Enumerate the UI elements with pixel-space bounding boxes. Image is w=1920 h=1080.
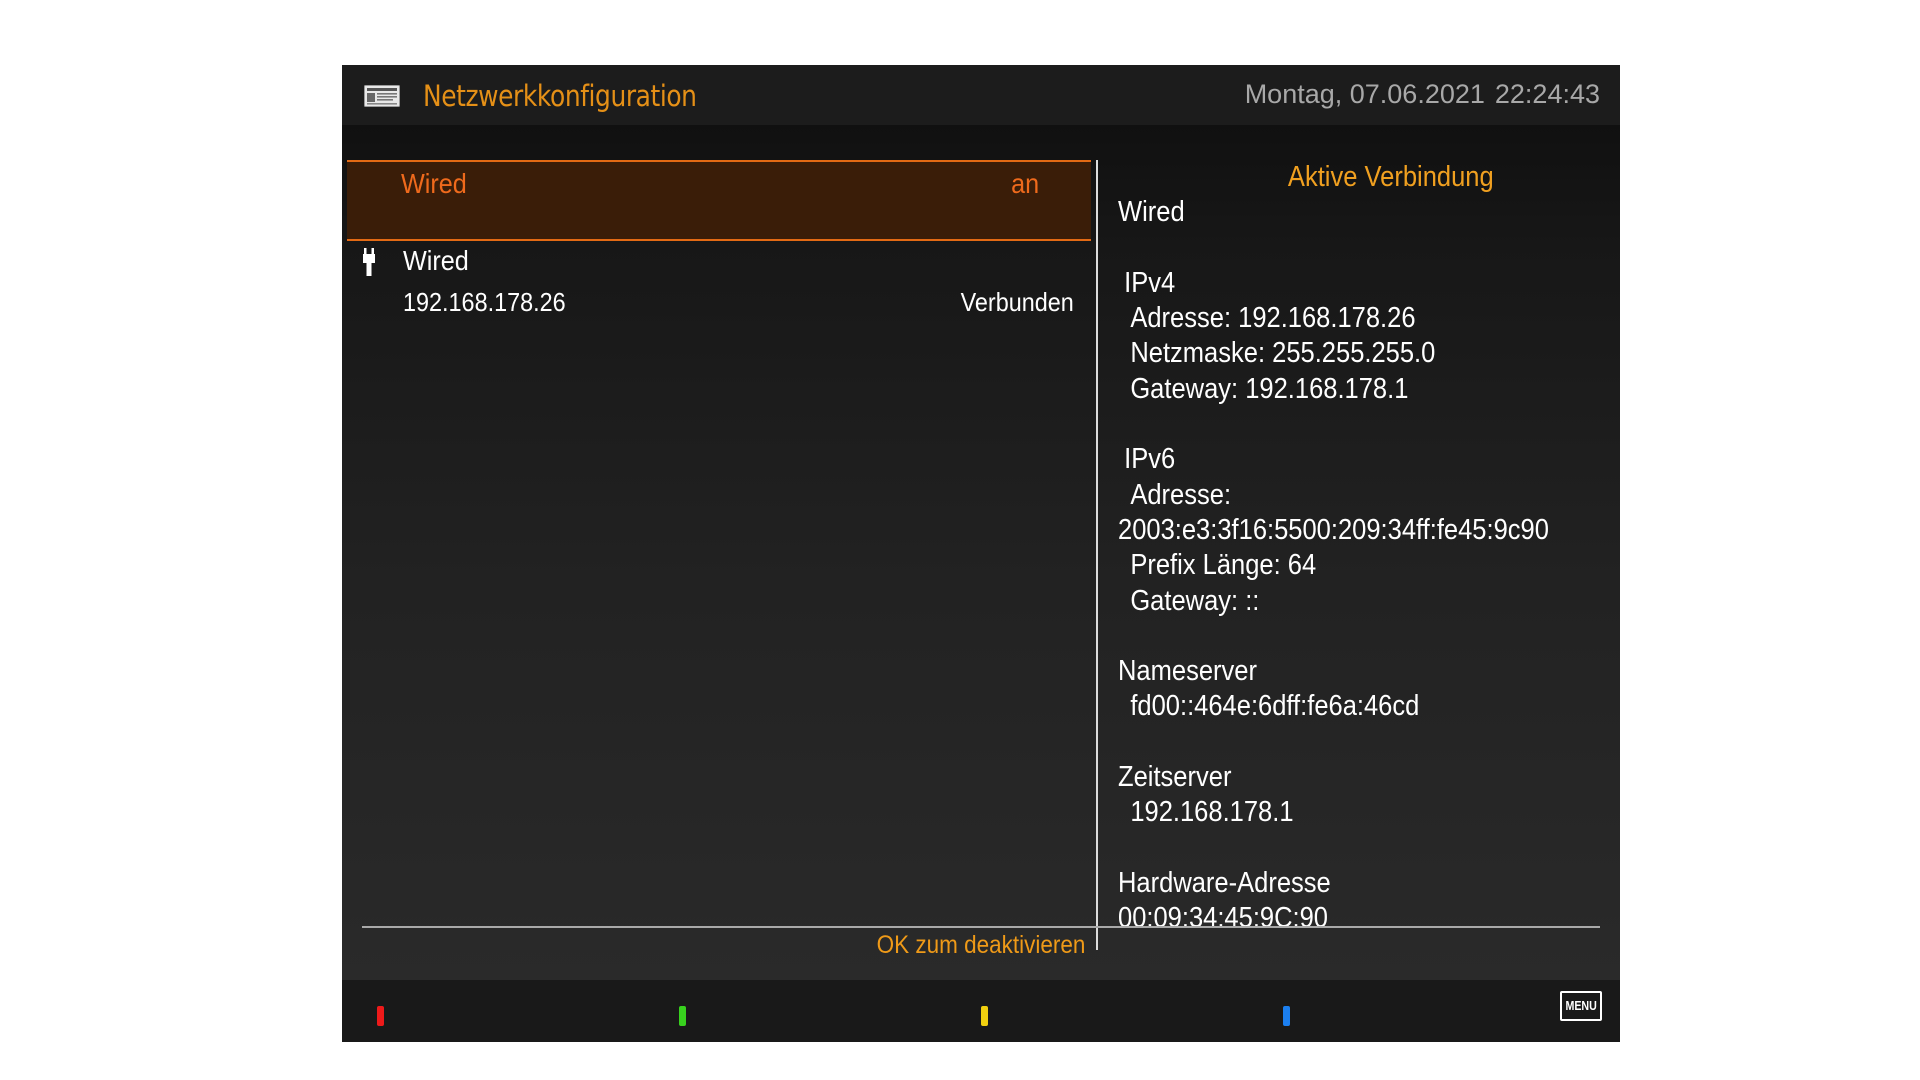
time-text: 22:24:43 (1494, 79, 1600, 109)
color-key-bar: MENU (342, 980, 1620, 1042)
menu-button-label: MENU (1565, 998, 1597, 1013)
ipv4-heading: IPv4 (1124, 266, 1176, 299)
green-key-button[interactable] (679, 1006, 686, 1026)
ipv6-gateway: Gateway: :: (1130, 584, 1260, 617)
blue-key-button[interactable] (1283, 1006, 1290, 1026)
interface-item-state: Verbunden (960, 287, 1074, 317)
nameserver-heading: Nameserver (1118, 655, 1257, 688)
connection-details-panel: Aktive Verbindung Wired IPv4 Adresse: 19… (1118, 160, 1608, 998)
ipv6-heading: IPv6 (1124, 443, 1176, 476)
ethernet-plug-icon (363, 248, 375, 281)
ipv4-address: Adresse: 192.168.178.26 (1130, 302, 1416, 335)
ipv6-prefix: Prefix Länge: 64 (1130, 549, 1317, 582)
ok-hint: OK zum deaktivieren (342, 931, 1620, 960)
page-title: Netzwerkkonfiguration (423, 79, 697, 113)
header-bar: Netzwerkkonfiguration Montag, 07.06.2021… (342, 65, 1620, 125)
hardware-address-heading: Hardware-Adresse (1118, 866, 1331, 899)
column-divider (1096, 160, 1098, 950)
timeserver-heading: Zeitserver (1118, 761, 1232, 794)
ok-hint-text: OK zum deaktivieren (876, 931, 1086, 959)
ipv4-netmask: Netzmaske: 255.255.255.0 (1130, 337, 1436, 370)
yellow-key-button[interactable] (981, 1006, 988, 1026)
network-config-screen: Netzwerkkonfiguration Montag, 07.06.2021… (342, 65, 1620, 1042)
interface-toggle-status: an (1010, 168, 1039, 199)
date-text: Montag, 07.06.2021 (1244, 79, 1485, 109)
nameserver-value: fd00::464e:6dff:fe6a:46cd (1130, 690, 1420, 723)
ipv6-address-label: Adresse: (1130, 478, 1232, 511)
interface-item-name[interactable]: Wired (403, 245, 469, 277)
timeserver-value: 192.168.178.1 (1130, 796, 1294, 829)
interface-item-ip: 192.168.178.26 (403, 287, 566, 317)
connection-name: Wired (1118, 196, 1185, 229)
clock: Montag, 07.06.2021 22:24:43 (1235, 79, 1600, 110)
network-settings-icon (364, 85, 400, 112)
red-key-button[interactable] (377, 1006, 384, 1026)
ipv6-address-value: 2003:e3:3f16:5500:209:34ff:fe45:9c90 (1118, 513, 1549, 546)
interface-toggle-label: Wired (401, 168, 467, 199)
details-title: Aktive Verbindung (1287, 161, 1494, 193)
interface-toggle-row[interactable]: Wired an (347, 160, 1091, 241)
ipv4-gateway: Gateway: 192.168.178.1 (1130, 372, 1409, 405)
menu-button[interactable]: MENU (1560, 991, 1602, 1021)
footer-divider (362, 926, 1600, 928)
